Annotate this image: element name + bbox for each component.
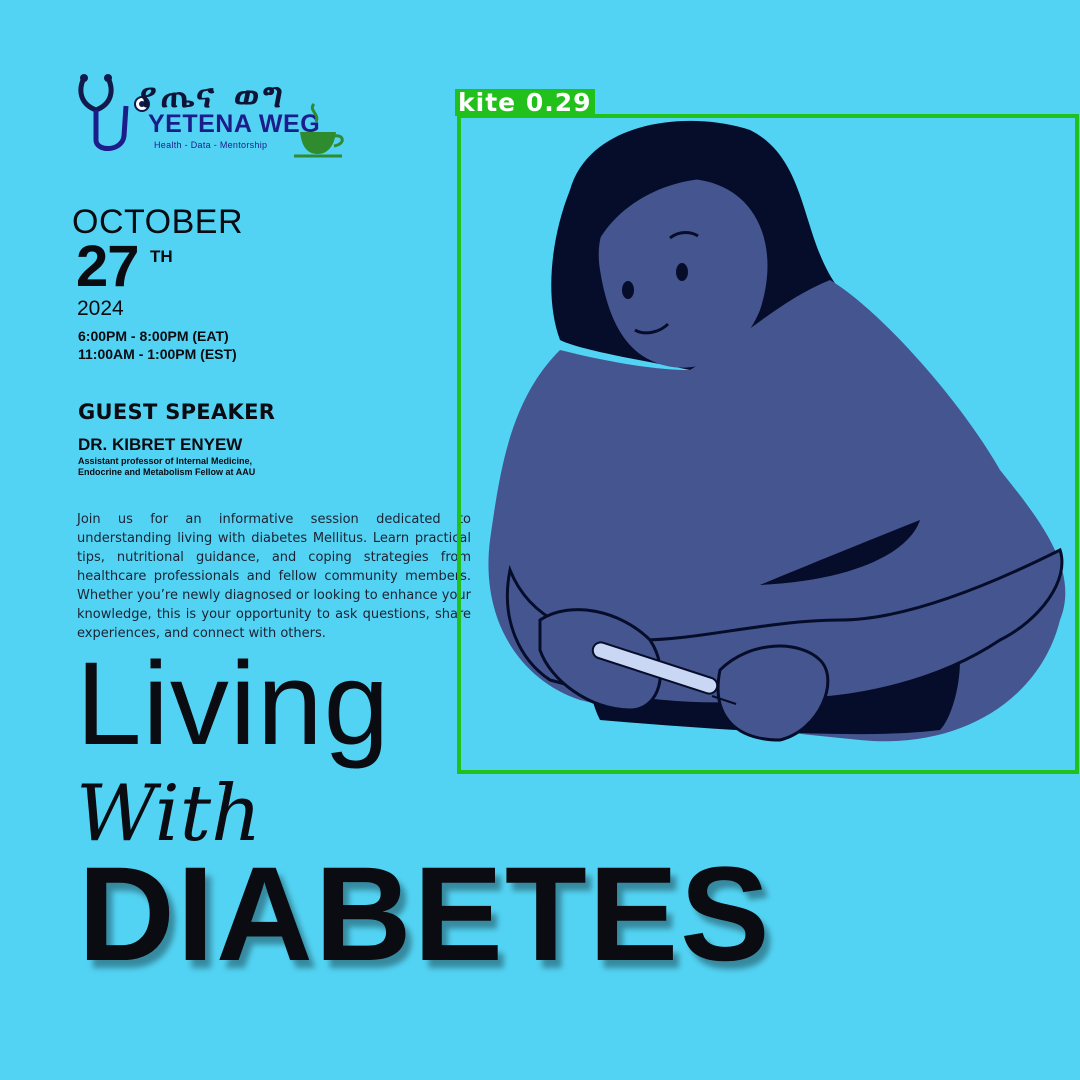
headline-living: Living xyxy=(76,638,391,770)
speaker-role-line-1: Assistant professor of Internal Medicine… xyxy=(78,456,253,466)
tea-cup-icon xyxy=(294,102,344,158)
event-description: Join us for an informative session dedic… xyxy=(77,512,471,641)
event-year: 2024 xyxy=(77,297,124,320)
event-day: 27 xyxy=(76,234,140,299)
event-day-suffix: TH xyxy=(150,247,173,266)
detection-score: 0.29 xyxy=(525,88,592,117)
speaker-role: Assistant professor of Internal Medicine… xyxy=(78,456,338,478)
detection-label: kite 0.29 xyxy=(455,89,595,116)
event-time-eat: 6:00PM - 8:00PM (EAT) xyxy=(78,328,229,344)
event-time-est: 11:00AM - 1:00PM (EST) xyxy=(78,346,237,362)
logo-tagline: Health - Data - Mentorship xyxy=(154,140,268,150)
detection-box xyxy=(457,114,1079,774)
brand-logo: የጤና ወግ YETENA WEG Health - Data - Mentor… xyxy=(78,70,358,165)
detection-class: kite xyxy=(458,88,517,117)
guest-speaker-heading: GUEST SPEAKER xyxy=(78,400,276,424)
speaker-role-line-2: Endocrine and Metabolism Fellow at AAU xyxy=(78,467,256,477)
speaker-name: DR. KIBRET ENYEW xyxy=(78,435,243,454)
headline-diabetes: DIABETES xyxy=(78,840,772,989)
